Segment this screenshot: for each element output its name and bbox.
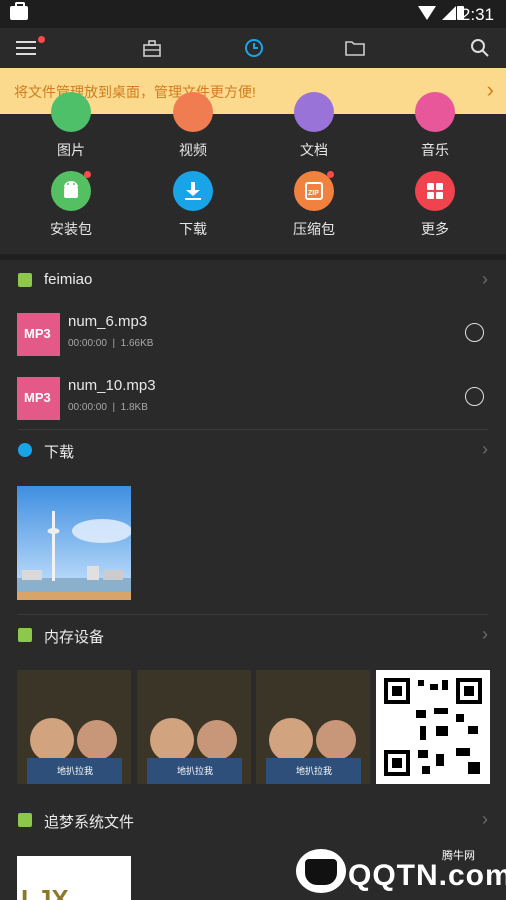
grid-icon [427,183,443,199]
file-meta: 00:00:00 | 1.66KB [68,338,154,349]
notification-dot [38,36,45,43]
top-nav [0,28,506,68]
svg-text:ZIP: ZIP [308,190,319,197]
file-row[interactable]: MP3 num_6.mp3 00:00:00 | 1.66KB [0,301,506,363]
section-title: feimiao [44,271,93,288]
tab-folders[interactable] [341,34,369,62]
chevron-right-icon: › [482,269,488,289]
chevron-right-icon: › [482,809,488,829]
select-radio[interactable] [465,387,484,406]
tower-photo-image [17,486,131,600]
chevron-right-icon: › [482,439,488,459]
svg-text:地扒拉我: 地扒拉我 [296,765,332,776]
watermark-tag: 腾牛网 [442,850,475,862]
svg-text:地扒拉我: 地扒拉我 [57,765,93,776]
briefcase-icon [10,2,28,20]
mp3-file-icon: MP3 [17,313,60,356]
video-icon [173,92,213,132]
watermark-logo-icon [296,849,346,893]
kid-photo-image: 地扒拉我 [256,670,370,784]
notification-dot [84,171,91,178]
divider-line [18,429,488,430]
category-images[interactable]: 图片 [31,92,111,160]
music-icon [415,92,455,132]
download-icon [185,182,201,200]
images-icon [51,92,91,132]
chevron-right-icon: › [486,77,494,102]
mp3-file-icon: MP3 [17,377,60,420]
folder-icon [18,813,32,827]
folder-icon [345,41,365,56]
chevron-right-icon: › [482,624,488,644]
status-bar: 2:31 [0,0,506,28]
menu-button[interactable] [12,34,45,62]
category-documents[interactable]: 文档 [274,92,354,160]
wifi-icon [418,6,436,20]
kid-photo-image: 地扒拉我 [17,670,131,784]
watermark: QQTN.com 腾牛网 [296,845,506,897]
qr-code-thumbnail[interactable] [376,670,490,784]
category-music[interactable]: 音乐 [395,92,475,160]
storage-icon [18,628,32,642]
menu-icon [16,41,36,55]
toolbox-icon [143,40,161,57]
section-divider [0,254,506,260]
download-icon [18,443,32,457]
status-time: 2:31 [460,5,494,24]
category-row-top: 图片 视频 文档 音乐 [0,92,506,158]
file-row[interactable]: MP3 num_10.mp3 00:00:00 | 1.8KB [0,365,506,427]
category-videos[interactable]: 视频 [153,92,233,160]
section-header-feimiao[interactable]: feimiao › [0,261,506,301]
download-thumbnail[interactable] [17,486,131,600]
folder-icon [18,273,32,287]
document-icon [294,92,334,132]
signal-icon [442,6,456,20]
category-download[interactable]: 下载 [153,171,233,239]
search-button[interactable] [466,34,494,62]
file-name: num_6.mp3 [68,313,148,330]
category-apk[interactable]: 安装包 [31,171,111,239]
tab-toolbox[interactable] [138,34,166,62]
category-more[interactable]: 更多 [395,171,475,239]
section-title: 下载 [44,444,75,461]
search-icon [471,39,489,57]
section-header-internal-storage[interactable]: 内存设备 › [0,616,506,656]
thumbnail-text: LJX [21,884,69,900]
watermark-text: QQTN.com [348,859,506,892]
divider-line [18,614,488,615]
section-title: 追梦系统文件 [44,814,135,831]
storage-thumbnail[interactable]: 地扒拉我 [137,670,251,784]
section-header-download[interactable]: 下载 › [0,431,506,471]
select-radio[interactable] [465,323,484,342]
category-zip[interactable]: ZIP 压缩包 [274,171,354,239]
kid-photo-image: 地扒拉我 [137,670,251,784]
clock-icon [245,39,263,57]
tab-recent[interactable] [240,34,268,62]
storage-thumbnail[interactable]: 地扒拉我 [17,670,131,784]
system-file-thumbnail[interactable]: LJX [17,856,131,900]
qr-code-image [376,670,490,784]
section-title: 内存设备 [44,629,105,646]
section-header-system-files[interactable]: 追梦系统文件 › [0,801,506,841]
notification-dot [327,171,334,178]
file-name: num_10.mp3 [68,377,156,394]
svg-text:地扒拉我: 地扒拉我 [177,765,213,776]
storage-thumbnail[interactable]: 地扒拉我 [256,670,370,784]
file-meta: 00:00:00 | 1.8KB [68,402,148,413]
